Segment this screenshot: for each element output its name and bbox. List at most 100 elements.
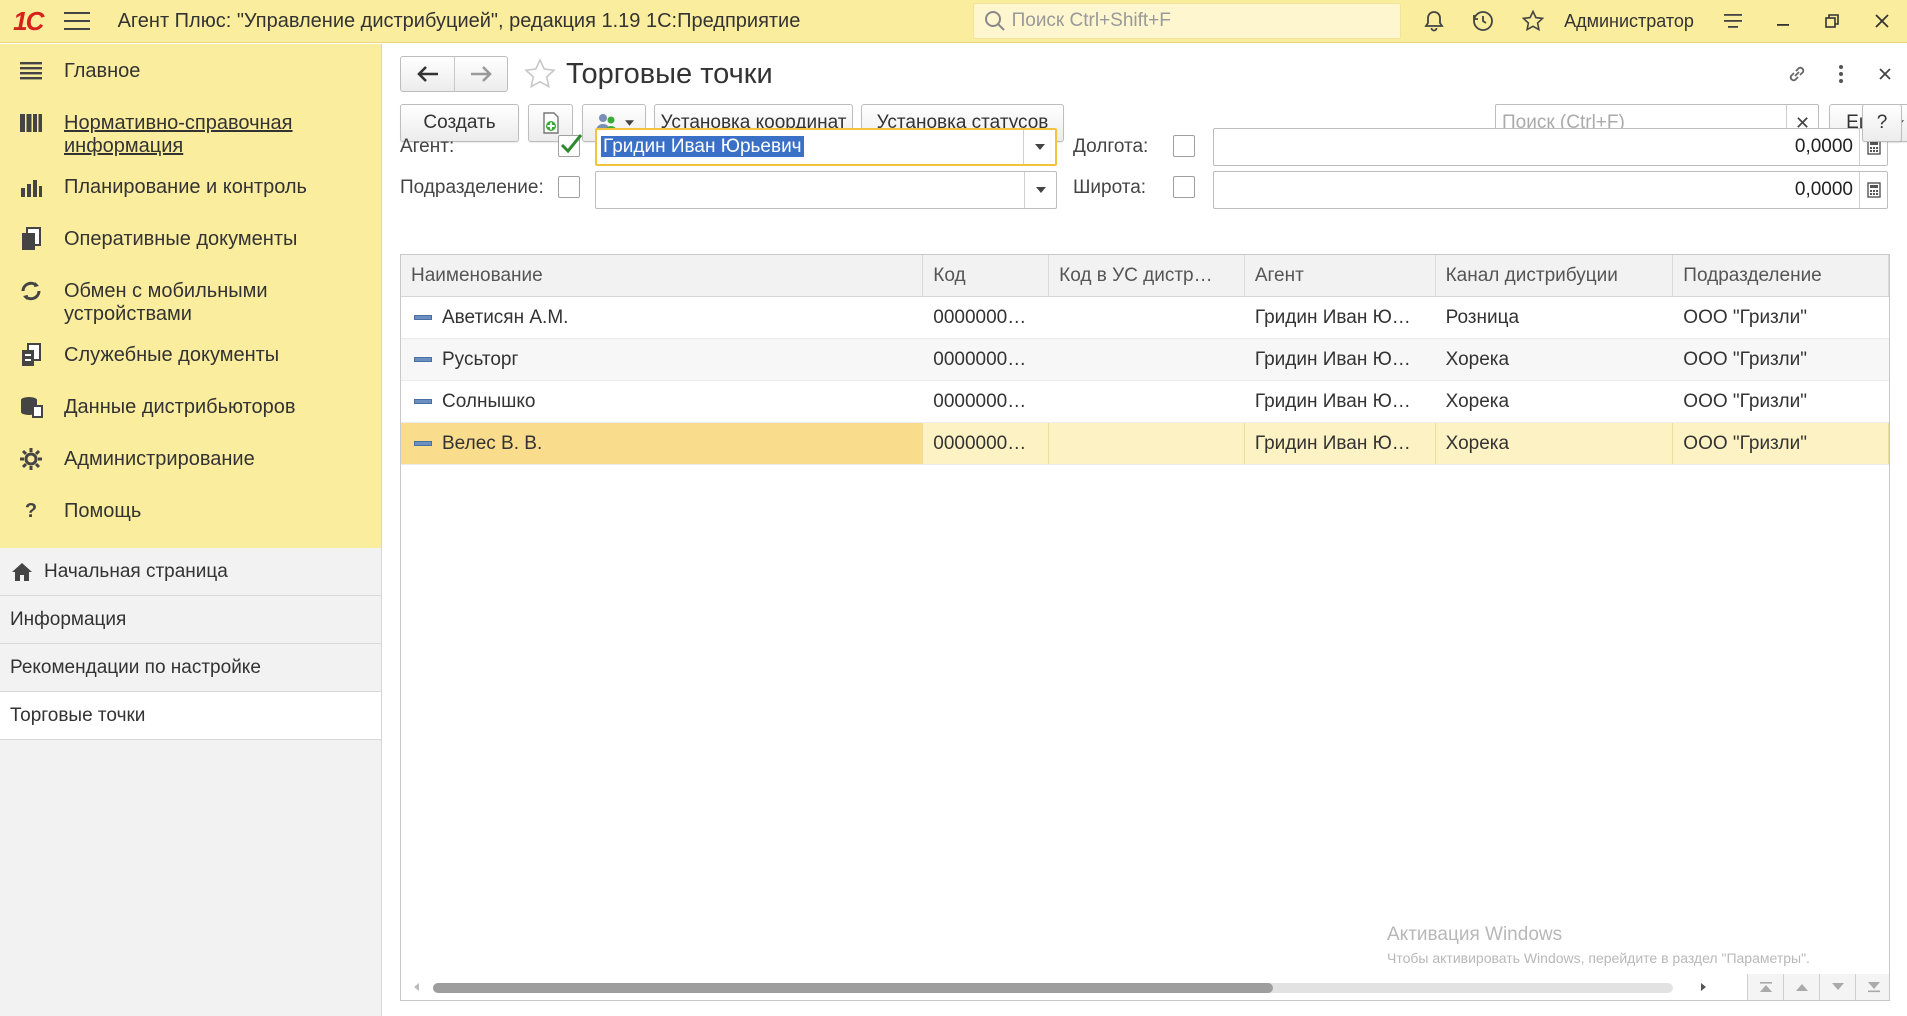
restore-icon (1825, 14, 1840, 28)
longitude-filter-checkbox[interactable] (1173, 135, 1195, 157)
close-window-button[interactable] (1857, 0, 1907, 43)
close-form-button[interactable] (1863, 58, 1907, 90)
agent-dropdown-button[interactable] (1023, 130, 1055, 164)
table-header: Наименование Код Код в УС дистр… Агент К… (401, 255, 1889, 297)
global-search-input[interactable]: Поиск Ctrl+Shift+F (972, 3, 1401, 39)
agent-value: Гридин Иван Юрьевич (601, 136, 804, 157)
section-operational-docs[interactable]: Оперативные документы (0, 218, 381, 270)
section-planning[interactable]: Планирование и контроль (0, 166, 381, 218)
section-help[interactable]: ? Помощь (0, 490, 381, 542)
section-label: Служебные документы (64, 344, 280, 366)
app-title: Агент Плюс: "Управление дистрибуцией", р… (117, 9, 801, 32)
arrow-right-icon (471, 66, 492, 82)
latitude-value: 0,0000 (1794, 179, 1853, 200)
cell-channel: Хорека (1445, 390, 1510, 412)
agent-label: Агент: (400, 136, 455, 157)
cell-agent: Гридин Иван Ю… (1245, 423, 1436, 464)
column-header-channel[interactable]: Канал дистрибуции (1436, 255, 1674, 296)
minimize-button[interactable] (1758, 0, 1808, 43)
cell-division: ООО "Гризли" (1673, 423, 1889, 464)
column-header-name[interactable]: Наименование (401, 255, 924, 296)
favorites-button[interactable] (1508, 0, 1558, 43)
table-row[interactable]: Солнышко 0000000… Гридин Иван Ю… Хорека … (401, 381, 1889, 423)
open-window-label: Начальная страница (44, 560, 228, 582)
table-row[interactable]: Аветисян А.М. 0000000… Гридин Иван Ю… Ро… (401, 297, 1889, 339)
sidebar: Главное Нормативно-справочная информация… (0, 44, 382, 1016)
cell-agent: Гридин Иван Ю… (1254, 348, 1411, 370)
column-header-division[interactable]: Подразделение (1673, 255, 1889, 296)
section-distributor-data[interactable]: Данные дистрибьюторов (0, 386, 381, 438)
scroll-to-bottom-button[interactable] (1855, 974, 1889, 1000)
form-menu-button[interactable] (1819, 58, 1863, 90)
link-button[interactable] (1775, 58, 1819, 90)
cell-channel: Хорека (1436, 423, 1674, 464)
trade-points-table: Наименование Код Код в УС дистр… Агент К… (400, 254, 1890, 1001)
horizontal-scrollbar[interactable] (401, 974, 1889, 1000)
notifications-button[interactable] (1409, 0, 1459, 43)
latitude-field[interactable]: 0,0000 (1213, 171, 1888, 209)
cell-code: 0000000… (933, 390, 1027, 412)
cell-code: 0000000… (923, 423, 1050, 464)
item-icon (414, 399, 432, 404)
vertical-dots-icon (1839, 65, 1843, 83)
agent-filter-checkbox[interactable] (558, 134, 583, 157)
history-icon (1473, 11, 1494, 31)
column-header-code-distributor[interactable]: Код в УС дистр… (1049, 255, 1245, 296)
open-window-label: Торговые точки (10, 704, 146, 726)
cell-code-distributor (1049, 423, 1245, 464)
up-icon (1795, 984, 1808, 991)
cell-name: Велес В. В. (401, 423, 924, 464)
division-dropdown-button[interactable] (1024, 172, 1056, 208)
cell-channel: Хорека (1445, 348, 1510, 370)
restore-button[interactable] (1807, 0, 1857, 43)
global-search-placeholder: Поиск Ctrl+Shift+F (1011, 10, 1171, 31)
open-window-recommendations[interactable]: Рекомендации по настройке (0, 644, 381, 692)
back-button[interactable] (401, 57, 454, 91)
section-main[interactable]: Главное (0, 50, 381, 102)
column-header-agent[interactable]: Агент (1245, 255, 1436, 296)
cell-division: ООО "Гризли" (1683, 390, 1808, 412)
scroll-thumb[interactable] (433, 983, 1273, 993)
chevron-down-icon (1034, 144, 1045, 150)
history-button[interactable] (1459, 0, 1509, 43)
user-name[interactable]: Администратор (1564, 11, 1694, 32)
page-title: Торговые точки (566, 57, 773, 90)
close-icon (1875, 14, 1889, 28)
settings-menu-button[interactable] (1708, 0, 1758, 43)
open-window-info[interactable]: Информация (0, 596, 381, 644)
section-mobile-exchange[interactable]: Обмен с мобильными устройствами (0, 270, 381, 334)
cell-channel: Розница (1445, 306, 1520, 328)
add-to-favorites-button[interactable] (520, 56, 560, 92)
cell-code-distributor (1049, 381, 1245, 422)
table-row[interactable]: Русьторг 0000000… Гридин Иван Ю… Хорека … (401, 339, 1889, 381)
section-reference-info[interactable]: Нормативно-справочная информация (0, 102, 381, 166)
checkmark-icon (560, 134, 583, 154)
latitude-calculator-button[interactable] (1859, 172, 1887, 208)
table-row-selected[interactable]: Велес В. В. 0000000… Гридин Иван Ю… Хоре… (401, 423, 1889, 465)
latitude-filter-checkbox[interactable] (1173, 176, 1195, 198)
cell-division: ООО "Гризли" (1683, 348, 1808, 370)
scroll-left-icon[interactable] (411, 981, 421, 993)
scroll-down-button[interactable] (1819, 974, 1855, 1000)
forward-button[interactable] (454, 57, 507, 91)
agent-field[interactable]: Гридин Иван Юрьевич (595, 128, 1057, 166)
scroll-track[interactable] (433, 983, 1673, 993)
open-window-trade-points[interactable]: Торговые точки (0, 692, 381, 740)
help-button[interactable]: ? (1862, 104, 1902, 142)
scroll-to-top-button[interactable] (1747, 974, 1783, 1000)
search-icon (984, 11, 1005, 31)
scroll-up-button[interactable] (1783, 974, 1819, 1000)
scroll-right-icon[interactable] (1699, 981, 1709, 993)
main-menu-button[interactable] (56, 0, 98, 43)
longitude-field[interactable]: 0,0000 (1213, 128, 1888, 166)
section-label: Администрирование (64, 448, 255, 470)
section-service-docs[interactable]: Служебные документы (0, 334, 381, 386)
page-navigation (1747, 974, 1889, 1000)
column-header-code[interactable]: Код (923, 255, 1050, 296)
section-administration[interactable]: Администрирование (0, 438, 381, 490)
division-field[interactable] (595, 171, 1057, 209)
item-icon (414, 357, 432, 362)
open-window-home[interactable]: Начальная страница (0, 548, 381, 596)
division-filter-checkbox[interactable] (558, 176, 580, 198)
chevron-down-icon (1035, 187, 1046, 193)
